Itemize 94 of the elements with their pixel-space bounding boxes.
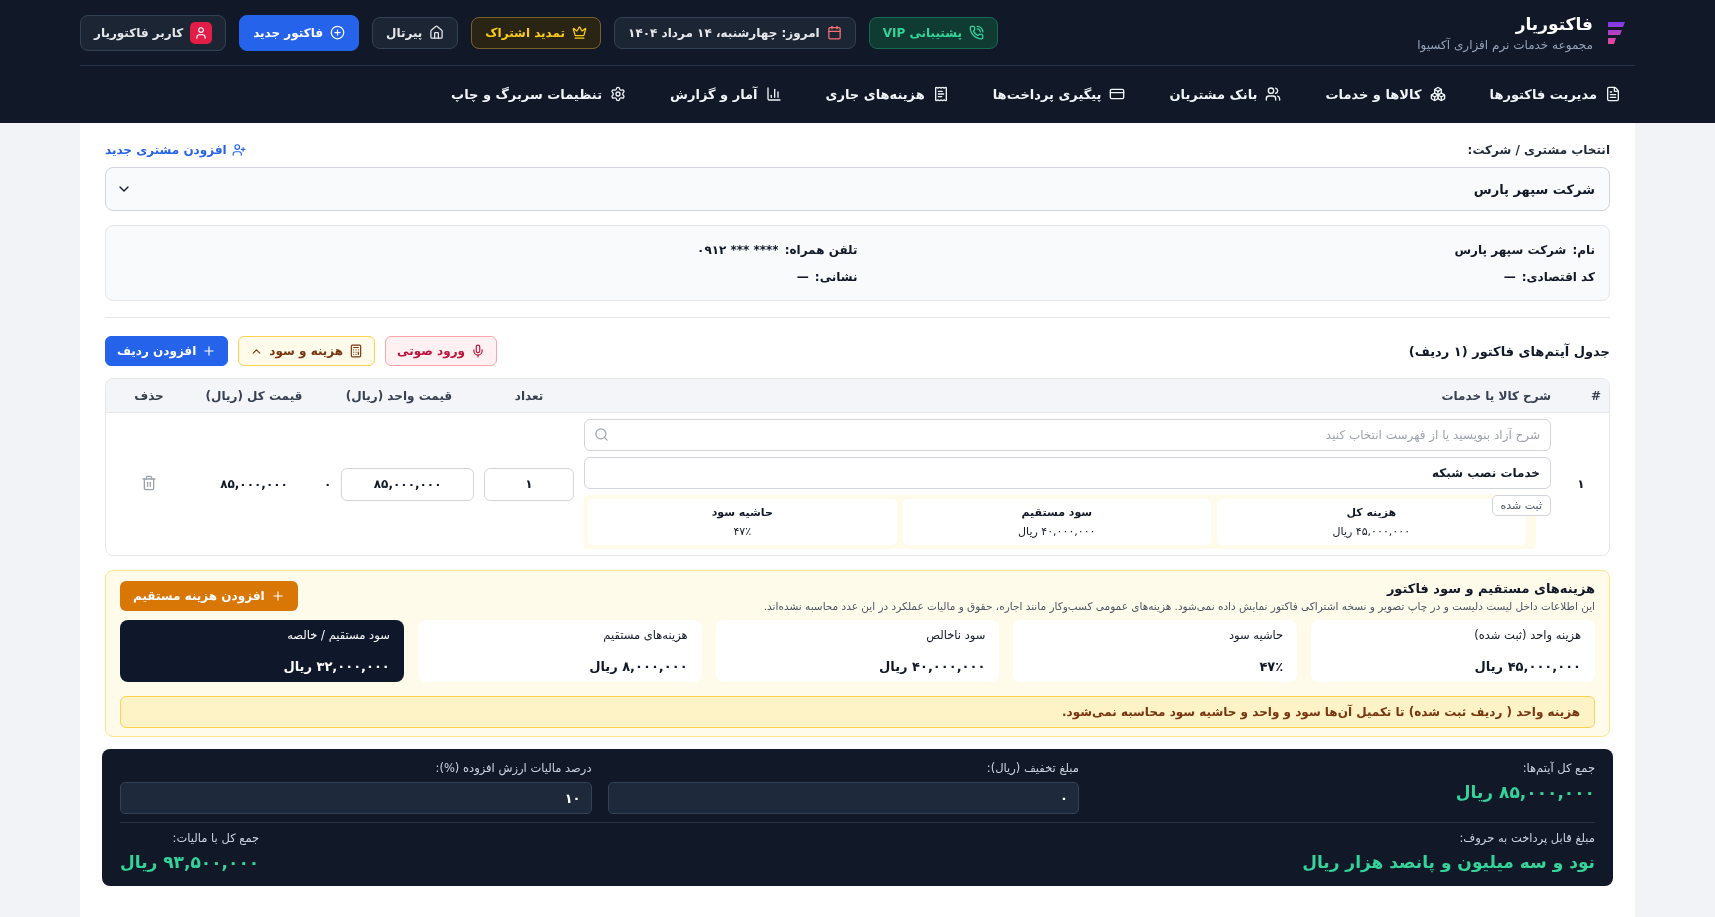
- brand-subtitle: مجموعه خدمات نرم افزاری آکسیوا: [1417, 37, 1593, 52]
- card-label: هزینه واحد (ثبت شده): [1473, 628, 1581, 642]
- column-header: #: [1589, 388, 1601, 403]
- nav-item[interactable]: کالاها و خدمات: [1325, 86, 1446, 102]
- plus-circle-icon: [330, 25, 345, 40]
- card-value: ۴۰,۰۰۰,۰۰۰ ریال: [878, 659, 986, 674]
- row-number: ۱: [1576, 477, 1586, 491]
- trash-icon: [141, 474, 157, 491]
- plus-icon: [270, 589, 285, 603]
- renew-button[interactable]: تمدید اشتراک: [471, 16, 602, 49]
- document-icon: [1605, 86, 1621, 102]
- grand-total-label: جمع کل با مالیات:: [171, 831, 260, 845]
- new-button[interactable]: فاکتور جدید: [239, 14, 359, 51]
- search-icon: [594, 427, 609, 442]
- calendar-icon: [826, 25, 842, 40]
- info-label: نشانی:: [814, 269, 858, 284]
- add-customer-link[interactable]: افزودن مشتری جدید: [105, 143, 246, 157]
- stat-label: حاشیه سود: [711, 506, 773, 519]
- column-header: حذف: [133, 388, 165, 403]
- grand-total-value: ۹۳,۵۰۰,۰۰۰ ریال: [120, 852, 260, 872]
- card-value: ۸,۰۰۰,۰۰۰ ریال: [588, 659, 688, 674]
- nav-item[interactable]: پیگیری پرداخت‌ها: [992, 86, 1126, 102]
- unit-price-field[interactable]: ۸۵,۰۰۰,۰۰۰: [341, 467, 474, 501]
- card-label: سود ناخالص: [925, 628, 986, 642]
- voice-button[interactable]: ورود صوتی: [385, 336, 498, 366]
- boxes-icon: [1429, 86, 1446, 102]
- nav-item[interactable]: بانک مشتریان: [1169, 86, 1282, 102]
- discount-label: مبلغ تخفیف (ریال):: [985, 761, 1079, 775]
- column-header: تعداد: [513, 388, 545, 403]
- items-total-value: ۸۵,۰۰۰,۰۰۰ ریال: [1454, 782, 1595, 802]
- nav-item[interactable]: تنظیمات سربرگ و چاپ: [451, 86, 627, 102]
- users-icon: [1265, 86, 1282, 102]
- costs-description: این اطلاعات داخل لیست دلیست و در چاپ تصویر و نسخه اشتراکی فاکتور نمایش داده نمی‌شود. هزینه‌های عمومی کسب‌وکار مانند اجاره، حقوق و مالیات عملکرد در این عدد محاسبه نشده‌اند.: [763, 600, 1595, 612]
- card-value: ۳۲,۰۰۰,۰۰۰ ریال: [282, 659, 390, 674]
- unit-note: ۰: [324, 477, 332, 491]
- column-header: قیمت کل (ریال): [204, 388, 304, 403]
- info-label: کد اقتصادی:: [1521, 269, 1595, 284]
- stat-value: ۴۷٪: [733, 525, 752, 538]
- card-label: هزینه‌های مستقیم: [602, 628, 688, 642]
- words-value: نود و سه میلیون و پانصد هزار ریال: [1302, 852, 1595, 872]
- card-label: سود مستقیم / خالصه: [286, 628, 390, 642]
- discount-field[interactable]: ۰: [607, 782, 1079, 814]
- nav-item[interactable]: آمار و گزارش: [670, 86, 782, 102]
- info-value: —: [1503, 269, 1516, 284]
- card-value: ۴۷٪: [1258, 659, 1284, 674]
- info-value: شرکت سپهر پارس: [1454, 242, 1567, 257]
- info-label: تلفن همراه:: [784, 242, 858, 257]
- user-button[interactable]: کاربر فاکتوریار: [80, 14, 227, 51]
- words-label: مبلغ قابل پرداخت به حروف:: [1458, 831, 1595, 845]
- search-field[interactable]: شرح آزاد بنویسید یا از فهرست انتخاب کنید: [584, 419, 1551, 451]
- status-badge: ثبت شده: [1491, 495, 1551, 516]
- warning-banner: هزینه واحد ( ردیف ثبت شده) تا تکمیل آن‌ها سود و واحد و حاشیه سود محاسبه نمی‌شود.: [120, 696, 1595, 728]
- stat-value: ۴۰,۰۰۰,۰۰۰ ریال: [1018, 525, 1096, 538]
- house-icon: [429, 25, 445, 40]
- info-value: **** *** ۰۹۱۲: [697, 242, 779, 257]
- nav-item[interactable]: هزینه‌های جاری: [825, 86, 949, 102]
- cost-button[interactable]: هزینه و سود: [238, 336, 376, 366]
- vat-label: درصد مالیات ارزش افزوده (%):: [434, 761, 592, 775]
- column-header: قیمت واحد (ریال): [344, 388, 454, 403]
- portal-button[interactable]: پیرتال: [372, 16, 459, 49]
- logo-icon: [1605, 19, 1627, 46]
- column-header: شرح کالا یا خدمات: [1440, 388, 1551, 403]
- plus-icon: [202, 344, 217, 358]
- add-button[interactable]: افزودن ردیف: [105, 336, 229, 366]
- items-total-label: جمع کل آیتم‌ها:: [1521, 761, 1595, 775]
- settings-icon: [610, 86, 627, 102]
- credit-card-icon: [1109, 86, 1126, 102]
- card-label: حاشیه سود: [1227, 628, 1284, 642]
- receipt-icon: [932, 86, 949, 102]
- costs-title: هزینه‌های مستقیم و سود فاکتور: [1385, 581, 1595, 596]
- microphone-icon: [471, 344, 486, 358]
- info-value: —: [796, 269, 809, 284]
- brand-title: فاکتوریار: [1514, 13, 1593, 34]
- calculator-icon: [349, 344, 364, 358]
- customer-label: انتخاب مشتری / شرکت:: [1467, 143, 1610, 157]
- customer-select[interactable]: شرکت سپهر پارس: [105, 167, 1610, 211]
- quantity-field[interactable]: ۱: [484, 467, 574, 501]
- support-button[interactable]: پشتیبانی VIP: [868, 16, 998, 49]
- user-icon: [190, 21, 213, 44]
- nav-item[interactable]: مدیریت فاکتورها: [1489, 86, 1621, 102]
- bar-chart-icon: [765, 86, 782, 102]
- info-label: نام:: [1572, 242, 1595, 257]
- vat-field[interactable]: ۱۰: [120, 782, 592, 814]
- user-plus-icon: [231, 143, 246, 157]
- total-cell-text: ۸۵,۰۰۰,۰۰۰: [219, 477, 289, 491]
- stat-value: ۴۵,۰۰۰,۰۰۰ ریال: [1332, 525, 1411, 538]
- card-value: ۴۵,۰۰۰,۰۰۰ ریال: [1473, 659, 1581, 674]
- items-title: جدول آیتم‌های فاکتور (۱ ردیف): [1408, 343, 1610, 359]
- description-field[interactable]: خدمات نصب شبکه: [584, 457, 1551, 489]
- stat-label: سود مستقیم: [1021, 506, 1093, 519]
- date-chip[interactable]: امروز: چهارشنبه، ۱۴ مرداد ۱۴۰۴: [614, 16, 856, 49]
- crown-icon: [572, 25, 588, 40]
- stat-label: هزینه کل: [1346, 506, 1397, 519]
- phone-icon: [969, 25, 984, 40]
